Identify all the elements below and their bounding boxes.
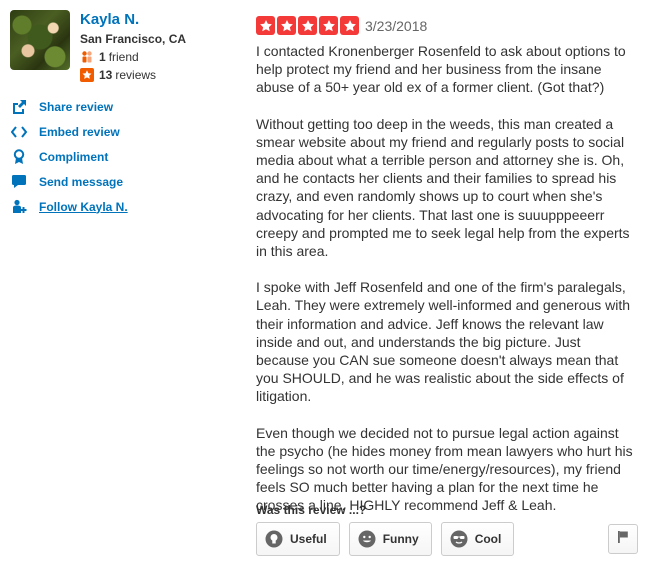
vote-buttons: Useful Funny Cool [256,522,515,556]
lightbulb-icon [265,530,283,548]
cool-button[interactable]: Cool [440,522,515,556]
friends-icon [80,50,94,64]
rating-star-icon [256,16,275,35]
rating-star-icon [340,16,359,35]
follow-icon [10,199,28,215]
sunglasses-icon [450,530,468,548]
send-message-link[interactable]: Send message [10,169,128,194]
embed-icon [10,124,28,140]
friends-count: 1 [99,50,106,64]
useful-button[interactable]: Useful [256,522,340,556]
rating-star-icon [298,16,317,35]
embed-review-link[interactable]: Embed review [10,119,128,144]
star-rating [256,16,359,35]
review-body: I contacted Kronenberger Rosenfeld to as… [256,42,636,533]
user-name-link[interactable]: Kayla N. [80,11,139,28]
compliment-icon [10,148,28,165]
user-location: San Francisco, CA [80,32,187,46]
flag-icon [617,530,629,549]
friends-label: friend [108,50,139,64]
reviews-stat: 13 reviews [80,68,156,82]
friends-stat: 1 friend [80,50,139,64]
review-paragraph: Without getting too deep in the weeds, t… [256,115,630,260]
review-paragraph: I spoke with Jeff Rosenfeld and one of t… [256,279,631,405]
rating-star-icon [277,16,296,35]
smiley-icon [358,530,376,548]
share-icon [10,99,28,115]
compliment-link[interactable]: Compliment [10,144,128,169]
review-star-icon [80,68,94,82]
embed-review-label: Embed review [39,124,120,139]
feedback-question: Was this review ...? [256,503,367,517]
review-paragraph: Even though we decided not to pursue leg… [256,424,633,514]
review-paragraph: I contacted Kronenberger Rosenfeld to as… [256,43,626,96]
flag-review-button[interactable] [608,524,638,554]
useful-label: Useful [290,532,327,546]
reviews-count: 13 [99,68,113,82]
follow-user-link[interactable]: Follow Kayla N. [10,194,128,219]
share-review-label: Share review [39,99,114,114]
funny-label: Funny [382,532,419,546]
cool-label: Cool [474,532,502,546]
user-avatar[interactable] [10,10,70,70]
follow-user-label: Follow Kayla N. [39,199,128,214]
share-review-link[interactable]: Share review [10,94,128,119]
compliment-label: Compliment [39,149,109,164]
funny-button[interactable]: Funny [348,522,432,556]
rating-star-icon [319,16,338,35]
review-date: 3/23/2018 [365,18,428,34]
user-actions: Share review Embed review Compliment Sen… [10,94,128,219]
reviews-label: reviews [115,68,157,82]
send-message-label: Send message [39,174,124,189]
message-icon [10,174,28,190]
